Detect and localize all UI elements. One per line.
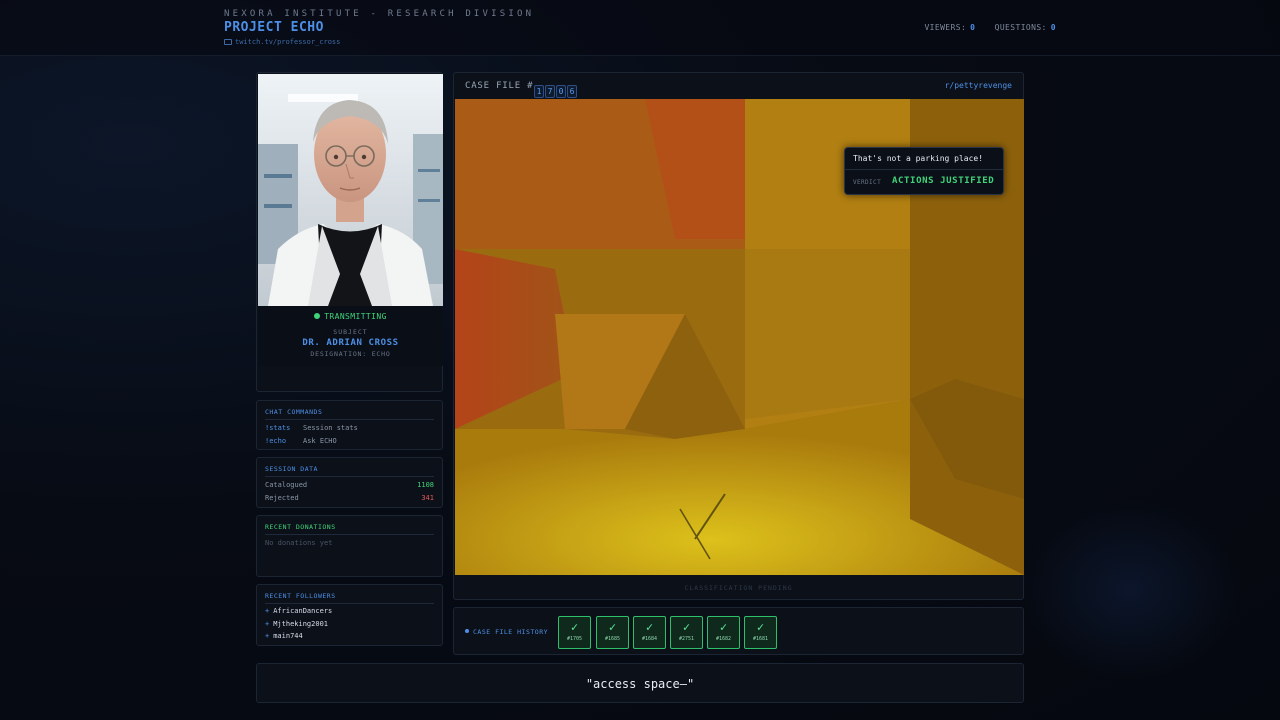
case-digit: 0 <box>556 85 566 98</box>
subject-panel: TRANSMITTING SUBJECT DR. ADRIAN CROSS DE… <box>256 72 443 392</box>
command-row: !stats Session stats <box>265 424 434 432</box>
donations-empty: No donations yet <box>265 539 333 547</box>
history-card[interactable]: ✓ #1682 <box>707 616 740 649</box>
subject-id-card: TRANSMITTING SUBJECT DR. ADRIAN CROSS DE… <box>258 306 443 366</box>
subject-name: DR. ADRIAN CROSS <box>302 338 399 348</box>
speech-text: "access space—" <box>585 677 695 691</box>
classification-status: CLASSIFICATION PENDING <box>684 584 793 592</box>
followers-panel: RECENT FOLLOWERS + AfricanDancers + Mjthek… <box>256 584 443 646</box>
check-icon: ✓ <box>570 620 579 634</box>
history-case-number: #1685 <box>604 636 621 642</box>
check-icon: ✓ <box>645 620 654 634</box>
stream-link[interactable]: twitch.tv/professor_cross <box>224 38 340 46</box>
org-name: NEXORA INSTITUTE - RESEARCH DIVISION <box>224 9 535 19</box>
check-icon: ✓ <box>756 620 765 634</box>
divider <box>265 476 434 477</box>
chat-commands-title: CHAT COMMANDS <box>265 408 323 416</box>
history-case-number: #1682 <box>715 636 732 642</box>
verdict-card: That's not a parking place! VERDICT ACTI… <box>844 147 1004 195</box>
case-digit: 7 <box>545 85 555 98</box>
command-desc: Session stats <box>303 424 358 432</box>
divider <box>845 169 1003 170</box>
case-digit: 1 <box>534 85 544 98</box>
subject-label: SUBJECT <box>333 328 368 336</box>
history-case-number: #1681 <box>752 636 769 642</box>
stream-stats: VIEWERS: 0 QUESTIONS: 0 <box>924 23 1056 32</box>
viewers-value: 0 <box>970 23 976 32</box>
case-image: That's not a parking place! VERDICT ACTI… <box>455 99 1024 575</box>
bullet-icon <box>465 629 469 633</box>
history-case-number: #1705 <box>566 636 583 642</box>
history-case-number: #1684 <box>641 636 658 642</box>
top-bar: NEXORA INSTITUTE - RESEARCH DIVISION PRO… <box>0 0 1280 56</box>
transmit-status: TRANSMITTING <box>258 312 443 321</box>
history-card[interactable]: ✓ #1705 <box>558 616 591 649</box>
follower-name: Mjtheking2001 <box>273 620 329 628</box>
questions-label: QUESTIONS: <box>994 23 1047 32</box>
followers-title: RECENT FOLLOWERS <box>265 592 336 600</box>
plus-icon: + <box>265 632 270 640</box>
follower-item: + Mjtheking2001 <box>265 620 434 628</box>
subject-designation: DESIGNATION: ECHO <box>310 350 391 358</box>
divider <box>265 419 434 420</box>
history-card[interactable]: ✓ #1684 <box>633 616 666 649</box>
questions-value: 0 <box>1050 23 1056 32</box>
rejected-label: Rejected <box>265 494 299 502</box>
stream-link-text: twitch.tv/professor_cross <box>235 38 341 46</box>
history-case-number: #2751 <box>678 636 695 642</box>
check-icon: ✓ <box>719 620 728 634</box>
follower-item: + main744 <box>265 632 434 640</box>
donations-title: RECENT DONATIONS <box>265 523 336 531</box>
subject-portrait <box>258 74 443 306</box>
case-file-label: CASE FILE # <box>465 81 534 91</box>
chat-commands-panel: CHAT COMMANDS !stats Session stats !echo A… <box>256 400 443 450</box>
command-name: !stats <box>265 424 291 432</box>
divider <box>265 534 434 535</box>
command-desc: Ask ECHO <box>303 437 337 445</box>
case-header: CASE FILE # 1706 r/pettyrevenge <box>454 73 1023 99</box>
command-name: !echo <box>265 437 287 445</box>
rejected-row: Rejected 341 <box>265 494 434 502</box>
session-data-title: SESSION DATA <box>265 465 318 473</box>
plus-icon: + <box>265 620 270 628</box>
verdict-value: ACTIONS JUSTIFIED <box>892 176 995 186</box>
session-data-panel: SESSION DATA Catalogued 1108 Rejected 341 <box>256 457 443 508</box>
project-title: PROJECT ECHO <box>224 20 324 35</box>
catalogued-row: Catalogued 1108 <box>265 481 434 489</box>
transmit-text: TRANSMITTING <box>324 312 387 321</box>
history-card[interactable]: ✓ #1685 <box>596 616 629 649</box>
check-icon: ✓ <box>682 620 691 634</box>
catalogued-label: Catalogued <box>265 481 308 489</box>
check-icon: ✓ <box>608 620 617 634</box>
history-card[interactable]: ✓ #2751 <box>670 616 703 649</box>
catalogued-value: 1108 <box>417 481 434 489</box>
case-number: 1706 <box>533 79 577 98</box>
case-history-panel: CASE FILE HISTORY ✓ #1705 ✓ #1685 ✓ #1684 ✓… <box>453 607 1024 655</box>
case-history-label: CASE FILE HISTORY <box>465 628 548 636</box>
tv-icon <box>224 39 232 45</box>
case-history-title: CASE FILE HISTORY <box>473 628 549 636</box>
divider <box>265 603 434 604</box>
follower-name: AfricanDancers <box>273 607 333 615</box>
verdict-label: VERDICT <box>853 179 882 186</box>
command-row: !echo Ask ECHO <box>265 437 434 445</box>
subreddit-link[interactable]: r/pettyrevenge <box>945 81 1012 90</box>
donations-panel: RECENT DONATIONS No donations yet <box>256 515 443 577</box>
rejected-value: 341 <box>421 494 434 502</box>
follower-name: main744 <box>273 632 303 640</box>
plus-icon: + <box>265 607 270 615</box>
case-quote: That's not a parking place! <box>853 154 984 163</box>
speech-panel: "access space—" <box>256 663 1024 703</box>
follower-item: + AfricanDancers <box>265 607 434 615</box>
viewers-label: VIEWERS: <box>924 23 967 32</box>
case-file-panel: CASE FILE # 1706 r/pettyrevenge That's n… <box>453 72 1024 600</box>
history-card[interactable]: ✓ #1681 <box>744 616 777 649</box>
live-dot-icon <box>314 313 321 319</box>
case-digit: 6 <box>567 85 577 98</box>
background-glow <box>1020 500 1240 680</box>
